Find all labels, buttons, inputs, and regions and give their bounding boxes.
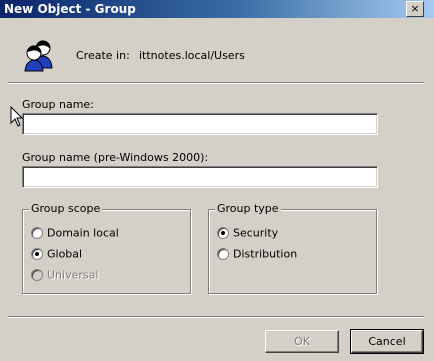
radio-button[interactable]	[31, 248, 43, 260]
group-type-legend: Group type	[215, 202, 281, 215]
type-distribution-radio[interactable]: Distribution	[217, 247, 297, 261]
window-title: New Object - Group	[4, 2, 136, 16]
scope-domain-local-radio[interactable]: Domain local	[31, 226, 119, 240]
cancel-button[interactable]: Cancel	[350, 329, 424, 354]
radio-label: Distribution	[233, 247, 298, 261]
group-type-box: Group type Security Distribution	[208, 202, 377, 294]
radio-label: Universal	[47, 268, 99, 282]
group-name-label: Group name:	[22, 98, 94, 111]
scope-global-radio[interactable]: Global	[31, 247, 82, 261]
create-in-label: Create in:	[76, 49, 130, 62]
group-scope-box: Group scope Domain local Global Universa…	[22, 202, 191, 294]
scope-universal-radio: Universal	[31, 268, 98, 282]
group-name-input[interactable]	[22, 113, 378, 135]
type-security-radio[interactable]: Security	[217, 226, 278, 240]
radio-button[interactable]	[31, 227, 43, 239]
group-users-icon	[24, 40, 53, 72]
radio-label: Security	[233, 226, 279, 240]
close-button[interactable]: ×	[406, 1, 424, 17]
header-divider	[8, 82, 424, 84]
group-scope-legend: Group scope	[29, 202, 103, 215]
radio-button[interactable]	[217, 227, 229, 239]
radio-label: Domain local	[47, 226, 119, 240]
group-name-pre2000-label: Group name (pre-Windows 2000):	[22, 151, 209, 164]
create-in-value: ittnotes.local/Users	[139, 49, 245, 62]
ok-button[interactable]: OK	[265, 330, 339, 353]
footer-divider	[8, 316, 424, 318]
radio-button[interactable]	[217, 248, 229, 260]
title-bar: New Object - Group ×	[0, 0, 434, 18]
radio-button	[31, 269, 43, 281]
mouse-pointer-icon	[10, 106, 24, 127]
radio-label: Global	[47, 247, 83, 261]
group-name-pre2000-input[interactable]	[22, 166, 378, 188]
